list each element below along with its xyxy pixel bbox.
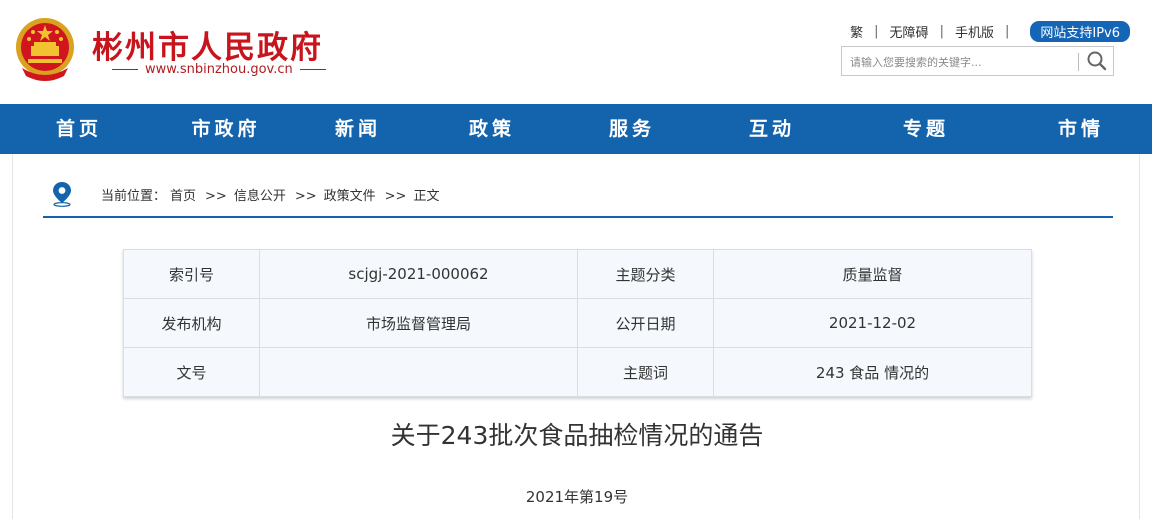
search-box: [841, 46, 1114, 76]
breadcrumb-separator: >>: [384, 189, 407, 204]
meta-label-publisher: 发布机构: [123, 298, 260, 348]
nav-item-interaction[interactable]: 互动: [702, 104, 842, 154]
url-right-rule: [299, 69, 326, 70]
nav-item-policy[interactable]: 政策: [422, 104, 562, 154]
separator: |: [939, 24, 944, 39]
breadcrumb: 当前位置： 首页 >> 信息公开 >> 政策文件 >> 正文: [43, 154, 1113, 218]
nav-item-city-info[interactable]: 市情: [1010, 104, 1152, 154]
meta-value-keywords: 243 食品 情况的: [713, 347, 1032, 397]
meta-value-doc-number: [259, 347, 578, 397]
meta-value-category: 质量监督: [713, 249, 1032, 299]
breadcrumb-info-public[interactable]: 信息公开: [234, 189, 286, 204]
separator: |: [874, 24, 879, 39]
site-url: www.snbinzhou.gov.cn: [105, 62, 333, 77]
meta-label-keywords: 主题词: [577, 347, 714, 397]
document-title: 关于243批次食品抽检情况的通告: [390, 421, 764, 450]
search-divider: [1078, 53, 1079, 71]
accessibility-link[interactable]: 无障碍: [890, 22, 929, 41]
meta-label-doc-number: 文号: [123, 347, 260, 397]
breadcrumb-prefix: 当前位置：: [101, 189, 167, 204]
nav-item-service[interactable]: 服务: [562, 104, 702, 154]
meta-value-date: 2021-12-02: [713, 298, 1032, 348]
nav-item-home[interactable]: 首页: [0, 104, 158, 154]
top-links: 繁 | 无障碍 | 手机版 | 网站支持IPv6: [850, 21, 1130, 42]
breadcrumb-separator: >>: [294, 189, 317, 204]
meta-value-index: scjgj-2021-000062: [259, 249, 578, 299]
nav-item-topics[interactable]: 专题: [842, 104, 1010, 154]
url-left-rule: [112, 69, 138, 70]
breadcrumb-trail: 当前位置： 首页 >> 信息公开 >> 政策文件 >> 正文: [101, 185, 443, 204]
table-row: 索引号 scjgj-2021-000062 主题分类 质量监督: [123, 249, 1032, 299]
breadcrumb-policy-files[interactable]: 政策文件: [324, 189, 376, 204]
main-nav: 首页 市政府 新闻 政策 服务 互动 专题 市情: [0, 104, 1152, 154]
site-url-text: www.snbinzhou.gov.cn: [145, 62, 293, 77]
main-content: 当前位置： 首页 >> 信息公开 >> 政策文件 >> 正文 索引号 scjgj-2021-0…: [12, 154, 1140, 519]
ipv6-badge: 网站支持IPv6: [1030, 21, 1130, 42]
separator: |: [1004, 24, 1010, 39]
site-title[interactable]: 彬州市人民政府: [92, 22, 323, 67]
search-input[interactable]: [850, 53, 1075, 71]
meta-label-category: 主题分类: [577, 249, 714, 299]
document-meta-table: 索引号 scjgj-2021-000062 主题分类 质量监督 发布机构 市场监…: [123, 249, 1032, 397]
nav-item-government[interactable]: 市政府: [158, 104, 294, 154]
breadcrumb-separator: >>: [205, 189, 227, 204]
meta-label-index: 索引号: [123, 249, 260, 299]
mobile-version-link[interactable]: 手机版: [955, 22, 994, 41]
search-icon[interactable]: [1085, 50, 1109, 72]
breadcrumb-home[interactable]: 首页: [170, 189, 196, 204]
site-header: 彬州市人民政府 www.snbinzhou.gov.cn 繁 | 无障碍 | 手…: [0, 0, 1152, 104]
national-emblem-icon[interactable]: [14, 16, 76, 82]
meta-value-publisher: 市场监督管理局: [259, 298, 578, 348]
document-number: 2021年第19号: [525, 488, 629, 506]
table-row: 发布机构 市场监督管理局 公开日期 2021-12-02: [123, 298, 1032, 348]
traditional-chinese-link[interactable]: 繁: [850, 22, 863, 41]
meta-label-date: 公开日期: [577, 298, 714, 348]
breadcrumb-current: 正文: [413, 189, 440, 204]
location-pin-icon: [53, 182, 71, 207]
table-row: 文号 主题词 243 食品 情况的: [123, 347, 1032, 397]
nav-item-news[interactable]: 新闻: [294, 104, 422, 154]
